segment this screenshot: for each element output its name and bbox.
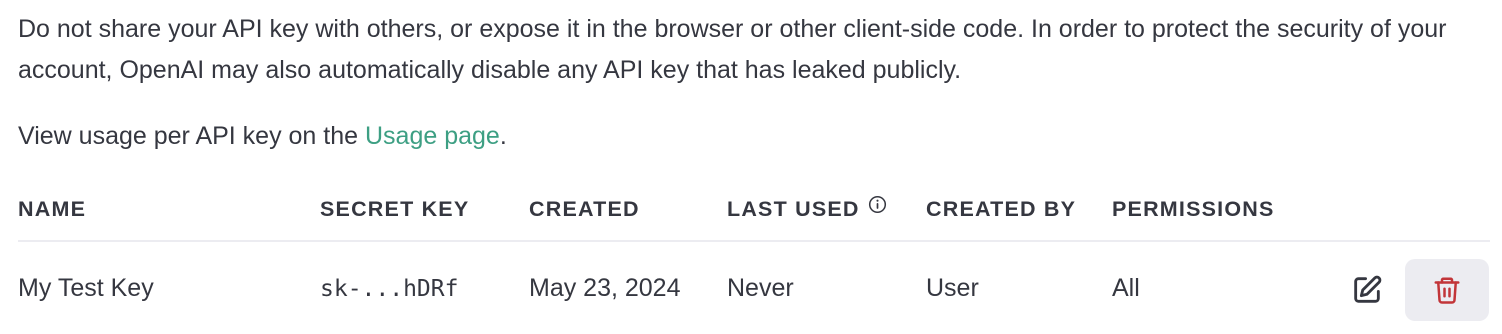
column-header-created: CREATED [529, 197, 640, 221]
usage-info: View usage per API key on the Usage page… [18, 116, 507, 156]
table-header: NAME SECRET KEY CREATED LAST USED CREATE… [18, 190, 1490, 242]
key-name: My Test Key [18, 274, 154, 302]
usage-prefix: View usage per API key on the [18, 122, 365, 150]
column-header-last-used-label: LAST USED [727, 197, 860, 221]
edit-key-button[interactable] [1335, 259, 1399, 321]
column-header-secret-key: SECRET KEY [320, 197, 470, 221]
usage-suffix: . [499, 122, 507, 150]
info-icon[interactable] [868, 195, 887, 220]
table-row: My Test Key sk-...hDRf May 23, 2024 Neve… [18, 259, 1490, 323]
security-warning-text: Do not share your API key with others, o… [18, 15, 1447, 84]
permissions-value: All [1112, 274, 1140, 302]
column-header-permissions: PERMISSIONS [1112, 197, 1275, 221]
delete-key-button[interactable] [1405, 259, 1489, 321]
column-header-name: NAME [18, 197, 87, 221]
created-by-value: User [926, 274, 979, 302]
column-header-last-used: LAST USED [727, 195, 887, 222]
secret-key-value: sk-...hDRf [320, 276, 459, 302]
trash-icon [1434, 277, 1460, 304]
edit-icon [1354, 275, 1382, 303]
created-date: May 23, 2024 [529, 274, 681, 302]
last-used-value: Never [727, 274, 794, 302]
column-header-created-by: CREATED BY [926, 197, 1077, 221]
usage-page-link[interactable]: Usage page [365, 122, 500, 150]
